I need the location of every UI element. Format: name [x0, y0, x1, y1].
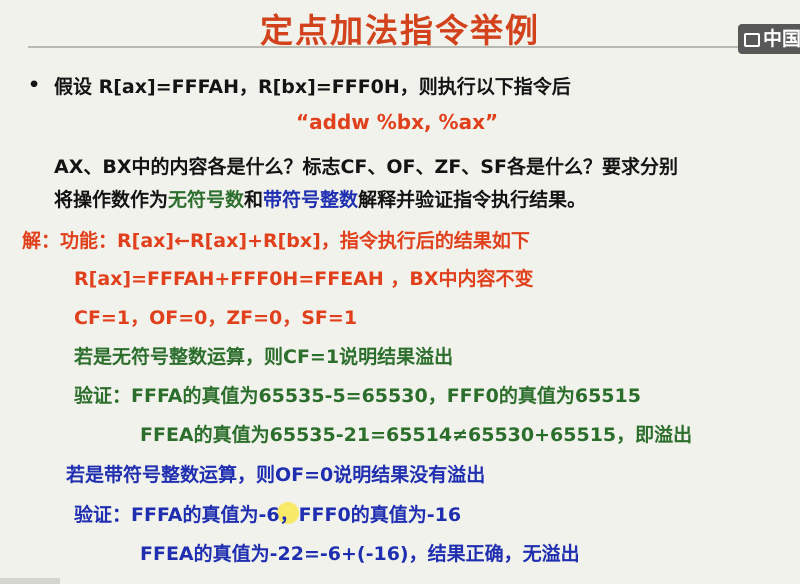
title-rule [28, 46, 768, 48]
signed-verify-2: FFEA的真值为-22=-6+(-16)，结果正确，无溢出 [140, 543, 580, 565]
question-text-c: 解释并验证指令执行结果。 [358, 189, 587, 211]
logo-icon [744, 33, 760, 47]
question-text-a: 将操作数作为 [54, 189, 169, 211]
question-line-2: 将操作数作为无符号数和带符号整数解释并验证指令执行结果。 [54, 185, 586, 212]
signed-verify-1: 验证：FFFA的真值为-6，FFF0的真值为-16 [74, 504, 462, 526]
solution-function: 解：功能：R[ax]←R[ax]+R[bx]，指令执行后的结果如下 [22, 230, 530, 252]
premise-line: 假设 R[ax]=FFFAH，R[bx]=FFF0H，则执行以下指令后 [54, 76, 571, 98]
unsigned-verify-1: 验证：FFFA的真值为65535-5=65530，FFF0的真值为65515 [74, 385, 641, 407]
badge-text: 中国 [763, 28, 800, 50]
signed-conclusion: 若是带符号整数运算，则OF=0说明结果没有溢出 [66, 464, 486, 486]
instruction-line: “addw %bx, %ax” [296, 110, 499, 134]
footer-strip [0, 578, 60, 584]
solution-result: R[ax]=FFFAH+FFF0H=FFEAH ，BX中内容不变 [74, 268, 534, 290]
unsigned-verify-2: FFEA的真值为65535-21=65514≠65530+65515，即溢出 [140, 424, 693, 446]
bullet-point: • [28, 74, 41, 96]
slide-title: 定点加法指令举例 [260, 11, 540, 50]
solution-flags: CF=1，OF=0，ZF=0，SF=1 [74, 307, 358, 329]
question-text-b: 和 [244, 189, 264, 211]
unsigned-conclusion: 若是无符号整数运算，则CF=1说明结果溢出 [74, 346, 454, 368]
unsigned-term: 无符号数 [168, 189, 245, 211]
signed-term: 带符号整数 [263, 189, 359, 211]
question-line-1: AX、BX中的内容各是什么？标志CF、OF、ZF、SF各是什么？要求分别 [54, 156, 678, 178]
watermark-badge: 中国 [738, 24, 800, 54]
